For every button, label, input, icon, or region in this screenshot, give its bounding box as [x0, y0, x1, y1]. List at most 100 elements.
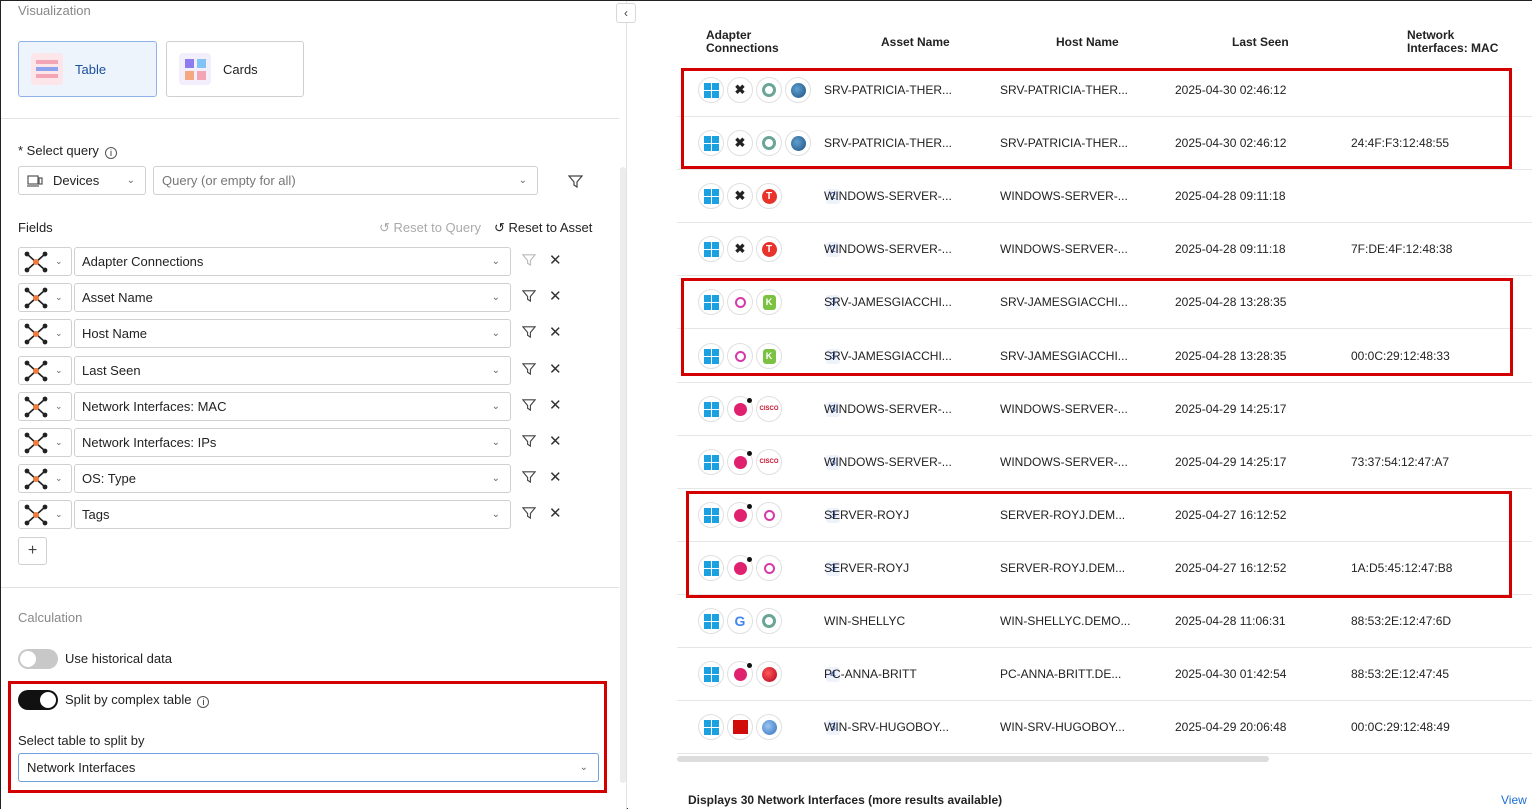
filter-icon[interactable] [567, 173, 583, 189]
table-row[interactable]: CISCO 3 WINDOWS-SERVER-... WINDOWS-SERVER-.… [677, 383, 1532, 436]
field-source-select[interactable]: ⌄ [18, 319, 72, 348]
remove-field-icon[interactable]: ✕ [549, 504, 562, 522]
column-header-last-seen[interactable]: Last Seen [1232, 36, 1289, 49]
asset-name-cell[interactable]: WINDOWS-SERVER-... [824, 242, 952, 256]
filter-icon[interactable] [521, 398, 537, 415]
host-name-cell: SRV-PATRICIA-THER... [1000, 83, 1129, 97]
table-row[interactable]: 3 SERVER-ROYJ SERVER-ROYJ.DEM... 2025-04-27… [677, 542, 1532, 595]
viz-option-table[interactable]: Table [18, 41, 157, 97]
remove-field-icon[interactable]: ✕ [549, 323, 562, 341]
windows-icon [698, 77, 724, 103]
adapters-icon [24, 360, 48, 381]
chevron-down-icon: ⌄ [55, 401, 63, 411]
query-select[interactable]: Query (or empty for all) ⌄ [153, 166, 538, 195]
filter-icon[interactable] [521, 289, 537, 306]
asset-name-cell[interactable]: SRV-JAMESGIACCHI... [824, 295, 952, 309]
field-select[interactable]: Tags ⌄ [74, 500, 511, 529]
entity-select[interactable]: Devices ⌄ [18, 166, 146, 195]
remove-field-icon[interactable]: ✕ [549, 360, 562, 378]
adapters-icon [24, 287, 48, 308]
ring-icon [756, 608, 782, 634]
asset-name-cell[interactable]: WINDOWS-SERVER-... [824, 455, 952, 469]
filter-icon[interactable] [521, 253, 537, 270]
table-row[interactable]: 3 SERVER-ROYJ SERVER-ROYJ.DEM... 2025-04-27… [677, 489, 1532, 542]
asset-name-cell[interactable]: WIN-SHELLYC [824, 614, 905, 628]
remove-field-icon[interactable]: ✕ [549, 251, 562, 269]
filter-icon[interactable] [521, 325, 537, 342]
column-header-host-name[interactable]: Host Name [1056, 36, 1119, 49]
table-row[interactable]: G WIN-SHELLYC WIN-SHELLYC.DEMO... 2025-04-2… [677, 595, 1532, 648]
asset-name-cell[interactable]: WINDOWS-SERVER-... [824, 402, 952, 416]
field-source-select[interactable]: ⌄ [18, 283, 72, 312]
table-row[interactable]: ✖ T 2 WINDOWS-SERVER-... WINDOWS-SERVER-... 2… [677, 170, 1532, 223]
column-header-adapter-connections[interactable]: Adapter Connections [706, 29, 779, 55]
windows-icon [698, 502, 724, 528]
split-table-select[interactable]: Network Interfaces ⌄ [18, 753, 599, 782]
table-row[interactable]: CISCO 3 WINDOWS-SERVER-... WINDOWS-SERVER-.… [677, 436, 1532, 489]
asset-name-cell[interactable]: SRV-JAMESGIACCHI... [824, 349, 952, 363]
split-complex-table-toggle[interactable] [18, 690, 58, 710]
field-source-select[interactable]: ⌄ [18, 247, 72, 276]
field-select[interactable]: Host Name ⌄ [74, 319, 511, 348]
field-source-select[interactable]: ⌄ [18, 356, 72, 385]
horizontal-scrollbar[interactable] [677, 756, 1269, 762]
viz-option-cards[interactable]: Cards [166, 41, 304, 97]
field-select[interactable]: Adapter Connections ⌄ [74, 247, 511, 276]
pink-target-icon [727, 289, 753, 315]
field-select[interactable]: Asset Name ⌄ [74, 283, 511, 312]
field-select[interactable]: Network Interfaces: MAC ⌄ [74, 392, 511, 421]
field-source-select[interactable]: ⌄ [18, 392, 72, 421]
asset-name-cell[interactable]: PC-ANNA-BRITT [824, 667, 917, 681]
field-select[interactable]: Last Seen ⌄ [74, 356, 511, 385]
chevron-down-icon: ⌄ [55, 437, 63, 447]
table-row[interactable]: ✖ SRV-PATRICIA-THER... SRV-PATRICIA-THER..… [677, 117, 1532, 170]
historical-data-toggle[interactable] [18, 649, 58, 669]
filter-icon[interactable] [521, 506, 537, 523]
field-source-select[interactable]: ⌄ [18, 500, 72, 529]
asset-name-cell[interactable]: SERVER-ROYJ [824, 508, 909, 522]
reset-to-asset-button[interactable]: ↺ Reset to Asset [494, 220, 592, 236]
cards-icon [179, 53, 211, 85]
table-row[interactable]: K 3 SRV-JAMESGIACCHI... SRV-JAMESGIACCHI...… [677, 330, 1532, 383]
adapter-icons: ✖ [698, 77, 811, 103]
asset-name-cell[interactable]: WIN-SRV-HUGOBOY... [824, 720, 949, 734]
table-row[interactable]: ✖ SRV-PATRICIA-THER... SRV-PATRICIA-THER..… [677, 64, 1532, 117]
field-select[interactable]: OS: Type ⌄ [74, 464, 511, 493]
column-header-mac[interactable]: Network Interfaces: MAC [1407, 29, 1498, 55]
viz-option-table-label: Table [75, 61, 107, 77]
hexagon-x-icon: ✖ [727, 236, 753, 262]
remove-field-icon[interactable]: ✕ [549, 432, 562, 450]
filter-icon[interactable] [521, 470, 537, 487]
windows-icon [698, 714, 724, 740]
asset-name-cell[interactable]: SRV-PATRICIA-THER... [824, 136, 952, 150]
field-source-select[interactable]: ⌄ [18, 464, 72, 493]
historical-data-label: Use historical data [65, 651, 172, 666]
filter-icon[interactable] [521, 362, 537, 379]
mac-cell: 24:4F:F3:12:48:55 [1351, 136, 1450, 150]
table-row[interactable]: K 3 SRV-JAMESGIACCHI... SRV-JAMESGIACCHI...… [677, 276, 1532, 329]
host-name-cell: WINDOWS-SERVER-... [1000, 189, 1128, 203]
asset-name-cell[interactable]: SRV-PATRICIA-THER... [824, 83, 952, 97]
scrollbar[interactable] [620, 167, 626, 783]
add-field-button[interactable]: + [18, 537, 47, 565]
reset-to-query-button[interactable]: ↺ Reset to Query [379, 220, 481, 236]
filter-icon[interactable] [521, 434, 537, 451]
table-row[interactable]: 4 PC-ANNA-BRITT PC-ANNA-BRITT.DE... 2025-04… [677, 648, 1532, 701]
remove-field-icon[interactable]: ✕ [549, 468, 562, 486]
remove-field-icon[interactable]: ✕ [549, 287, 562, 305]
table-row[interactable]: ✖ T 2 WINDOWS-SERVER-... WINDOWS-SERVER-... 2… [677, 223, 1532, 276]
asset-name-cell[interactable]: WINDOWS-SERVER-... [824, 189, 952, 203]
view-link[interactable]: View [1501, 793, 1527, 807]
remove-field-icon[interactable]: ✕ [549, 396, 562, 414]
column-header-asset-name[interactable]: Asset Name [881, 36, 950, 49]
asset-name-cell[interactable]: SERVER-ROYJ [824, 561, 909, 575]
last-seen-cell: 2025-04-29 14:25:17 [1175, 455, 1287, 469]
table-row[interactable]: 3 WIN-SRV-HUGOBOY... WIN-SRV-HUGOBOY... 202… [677, 701, 1532, 754]
field-select[interactable]: Network Interfaces: IPs ⌄ [74, 428, 511, 457]
reset-icon: ↺ [494, 220, 505, 235]
collapse-panel-button[interactable]: ‹ [616, 3, 636, 23]
info-icon[interactable]: i [104, 147, 117, 159]
field-source-select[interactable]: ⌄ [18, 428, 72, 457]
info-icon[interactable]: i [197, 696, 210, 708]
chevron-down-icon: ⌄ [491, 401, 500, 412]
